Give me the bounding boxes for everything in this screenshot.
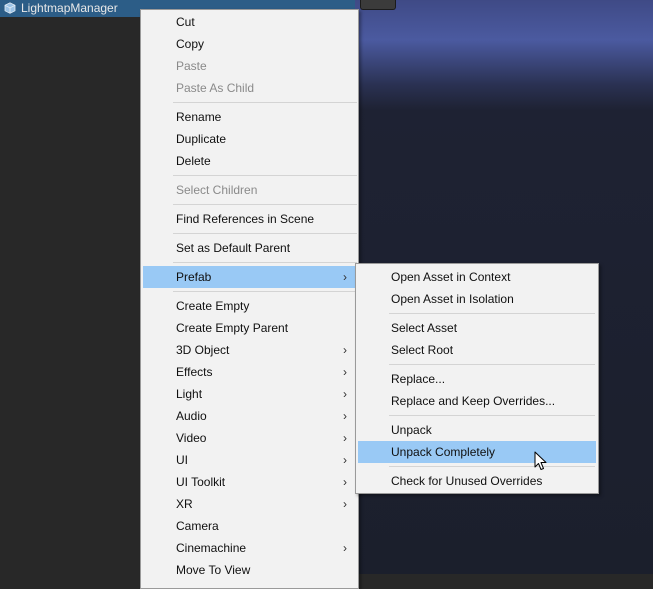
chevron-right-icon: › xyxy=(343,270,347,284)
menu-item-delete[interactable]: Delete xyxy=(143,150,356,172)
chevron-right-icon: › xyxy=(343,431,347,445)
menu-item-open-asset-in-isolation[interactable]: Open Asset in Isolation xyxy=(358,288,596,310)
menu-item-label: UI Toolkit xyxy=(176,475,226,489)
menu-item-label: Camera xyxy=(176,519,219,533)
chevron-right-icon: › xyxy=(343,365,347,379)
menu-item-label: XR xyxy=(176,497,193,511)
menu-item-label: Select Asset xyxy=(391,321,458,335)
menu-item-label: Create Empty xyxy=(176,299,250,313)
menu-item-cinemachine[interactable]: Cinemachine › xyxy=(143,537,356,559)
menu-item-label: Paste As Child xyxy=(176,81,255,95)
menu-separator xyxy=(173,175,357,176)
menu-item-audio[interactable]: Audio › xyxy=(143,405,356,427)
menu-item-label: Prefab xyxy=(176,270,212,284)
object-name: LightmapManager xyxy=(21,1,118,15)
menu-item-label: Select Root xyxy=(391,343,454,357)
cube-icon xyxy=(4,2,16,14)
menu-item-light[interactable]: Light › xyxy=(143,383,356,405)
menu-item-label: 3D Object xyxy=(176,343,230,357)
menu-item-unpack-completely[interactable]: Unpack Completely xyxy=(358,441,596,463)
chevron-right-icon: › xyxy=(343,475,347,489)
chevron-right-icon: › xyxy=(343,453,347,467)
menu-item-label: Audio xyxy=(176,409,207,423)
chevron-right-icon: › xyxy=(343,343,347,357)
menu-item-label: UI xyxy=(176,453,188,467)
prefab-submenu: Open Asset in Context Open Asset in Isol… xyxy=(355,263,599,494)
chevron-right-icon: › xyxy=(343,409,347,423)
menu-item-label: Create Empty Parent xyxy=(176,321,289,335)
menu-item-label: Replace and Keep Overrides... xyxy=(391,394,556,408)
menu-item-label: Cut xyxy=(176,15,195,29)
menu-separator xyxy=(173,102,357,103)
menu-item-set-default-parent[interactable]: Set as Default Parent xyxy=(143,237,356,259)
menu-item-duplicate[interactable]: Duplicate xyxy=(143,128,356,150)
menu-item-label: Video xyxy=(176,431,207,445)
menu-item-prefab[interactable]: Prefab › xyxy=(143,266,356,288)
menu-item-copy[interactable]: Copy xyxy=(143,33,356,55)
menu-separator xyxy=(173,233,357,234)
menu-item-label: Open Asset in Context xyxy=(391,270,511,284)
menu-separator xyxy=(389,415,595,416)
menu-item-label: Replace... xyxy=(391,372,446,386)
menu-item-ui-toolkit[interactable]: UI Toolkit › xyxy=(143,471,356,493)
mouse-pointer-icon xyxy=(534,451,547,470)
menu-item-label: Unpack xyxy=(391,423,432,437)
menu-item-label: Paste xyxy=(176,59,207,73)
menu-item-rename[interactable]: Rename xyxy=(143,106,356,128)
menu-separator xyxy=(389,313,595,314)
menu-item-cut[interactable]: Cut xyxy=(143,11,356,33)
menu-item-label: Rename xyxy=(176,110,222,124)
menu-item-effects[interactable]: Effects › xyxy=(143,361,356,383)
menu-item-3d-object[interactable]: 3D Object › xyxy=(143,339,356,361)
menu-separator xyxy=(173,204,357,205)
menu-item-unpack[interactable]: Unpack xyxy=(358,419,596,441)
menu-item-label: Duplicate xyxy=(176,132,227,146)
menu-item-replace[interactable]: Replace... xyxy=(358,368,596,390)
menu-item-video[interactable]: Video › xyxy=(143,427,356,449)
menu-item-select-asset[interactable]: Select Asset xyxy=(358,317,596,339)
menu-item-check-unused-overrides[interactable]: Check for Unused Overrides xyxy=(358,470,596,492)
scene-toolbar-button[interactable] xyxy=(360,0,396,10)
menu-item-paste-as-child: Paste As Child xyxy=(143,77,356,99)
menu-item-label: Unpack Completely xyxy=(391,445,496,459)
menu-separator xyxy=(389,466,595,467)
menu-item-select-root[interactable]: Select Root xyxy=(358,339,596,361)
menu-separator xyxy=(173,262,357,263)
menu-separator xyxy=(389,364,595,365)
menu-item-select-children: Select Children xyxy=(143,179,356,201)
menu-item-paste: Paste xyxy=(143,55,356,77)
menu-item-label: Delete xyxy=(176,154,211,168)
menu-item-create-empty-parent[interactable]: Create Empty Parent xyxy=(143,317,356,339)
menu-item-label: Effects xyxy=(176,365,213,379)
menu-item-create-empty[interactable]: Create Empty xyxy=(143,295,356,317)
menu-item-replace-keep-overrides[interactable]: Replace and Keep Overrides... xyxy=(358,390,596,412)
menu-separator xyxy=(173,291,357,292)
menu-item-xr[interactable]: XR › xyxy=(143,493,356,515)
menu-item-label: Copy xyxy=(176,37,205,51)
menu-item-label: Select Children xyxy=(176,183,258,197)
menu-item-label: Move To View xyxy=(176,563,251,577)
menu-item-label: Cinemachine xyxy=(176,541,247,555)
menu-item-label: Set as Default Parent xyxy=(176,241,291,255)
chevron-right-icon: › xyxy=(343,497,347,511)
menu-item-label: Light xyxy=(176,387,203,401)
context-menu: Cut Copy Paste Paste As Child Rename Dup… xyxy=(140,9,359,589)
menu-item-move-to-view[interactable]: Move To View xyxy=(143,559,356,581)
menu-item-ui[interactable]: UI › xyxy=(143,449,356,471)
menu-item-open-asset-in-context[interactable]: Open Asset in Context xyxy=(358,266,596,288)
menu-item-label: Open Asset in Isolation xyxy=(391,292,514,306)
menu-item-find-references[interactable]: Find References in Scene xyxy=(143,208,356,230)
chevron-right-icon: › xyxy=(343,387,347,401)
menu-item-camera[interactable]: Camera xyxy=(143,515,356,537)
menu-item-label: Find References in Scene xyxy=(176,212,315,226)
hierarchy-panel xyxy=(0,0,140,574)
menu-item-label: Check for Unused Overrides xyxy=(391,474,543,488)
chevron-right-icon: › xyxy=(343,541,347,555)
